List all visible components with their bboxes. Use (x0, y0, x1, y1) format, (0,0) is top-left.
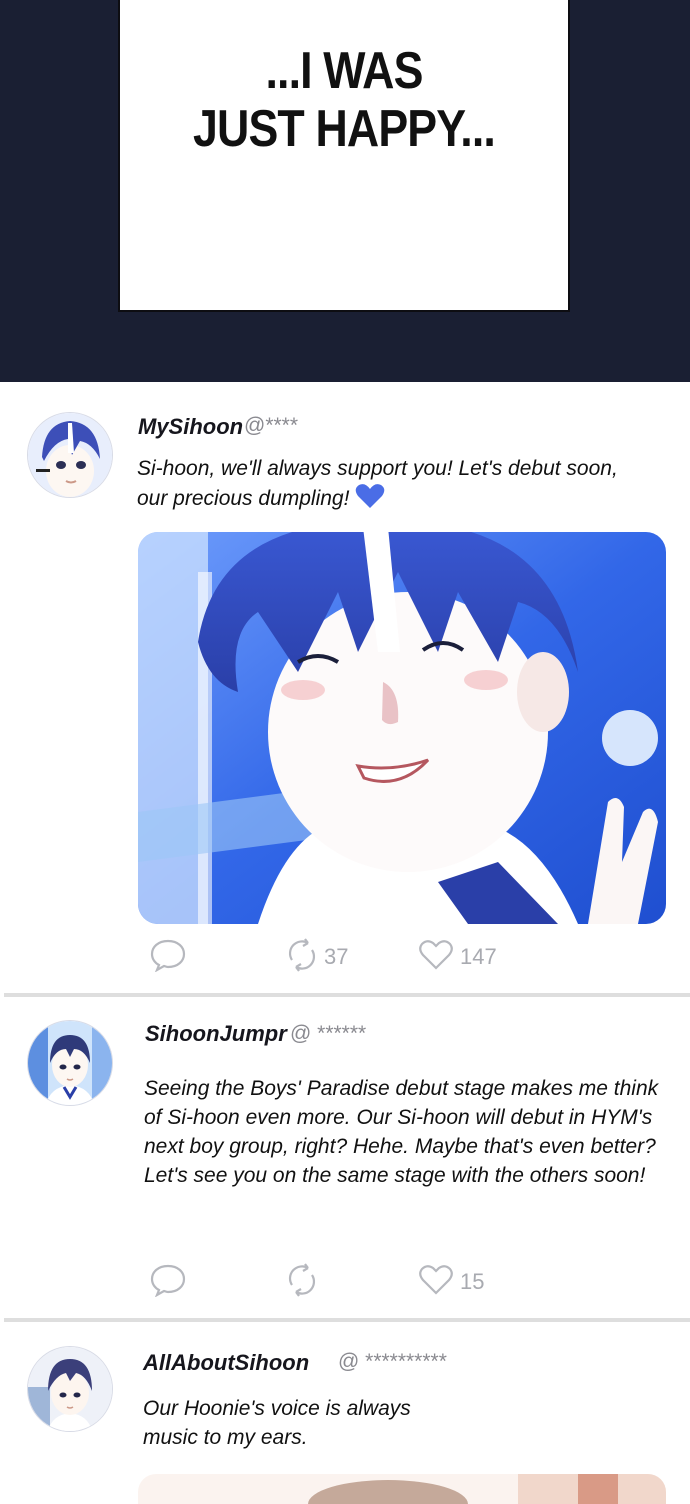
reply-action[interactable] (150, 938, 186, 976)
blue-heart-icon (355, 483, 385, 517)
username[interactable]: AllAboutSihoon (143, 1350, 309, 1376)
avatar[interactable] (27, 412, 113, 498)
caption-line-2: JUST HAPPY... (193, 100, 496, 158)
dark-panel: ...I WAS JUST HAPPY... (0, 0, 690, 382)
caption-line-1: ...I WAS (265, 42, 423, 100)
caption-text: ...I WAS JUST HAPPY... (151, 42, 536, 158)
retweet-count: 37 (324, 944, 349, 969)
reply-action[interactable] (150, 1263, 186, 1301)
avatar-illustration (28, 1021, 112, 1105)
retweet-icon (286, 938, 318, 976)
post-text-line-2: our precious dumpling! (137, 483, 667, 517)
handle[interactable]: @**** (244, 414, 298, 438)
username[interactable]: SihoonJumpr (145, 1021, 287, 1047)
heart-icon (418, 1264, 454, 1300)
heart-icon (418, 939, 454, 975)
avatar-illustration (28, 413, 112, 497)
post-text-line-2-text: our precious dumpling! (137, 487, 350, 510)
post-text: Seeing the Boys' Paradise debut stage ma… (144, 1077, 659, 1187)
divider (4, 1318, 690, 1322)
post-text: Our Hoonie's voice is always music to my… (143, 1397, 411, 1449)
avatar[interactable] (27, 1020, 113, 1106)
avatar[interactable] (27, 1346, 113, 1432)
post-text-line-1: Si-hoon, we'll always support you! Let's… (137, 457, 618, 480)
caption-box: ...I WAS JUST HAPPY... (118, 0, 570, 312)
divider (4, 993, 690, 997)
comment-icon (150, 938, 186, 976)
like-action[interactable]: 15 (418, 1264, 484, 1300)
handle[interactable]: @ ****** (290, 1022, 366, 1046)
post-image-illustration (138, 532, 666, 924)
retweet-icon (286, 1263, 318, 1301)
handle[interactable]: @ ********** (338, 1350, 447, 1374)
comment-icon (150, 1263, 186, 1301)
post-text: Si-hoon, we'll always support you! Let's… (137, 454, 667, 517)
like-count: 15 (460, 1269, 485, 1294)
retweet-action[interactable] (286, 1263, 318, 1301)
like-action[interactable]: 147 (418, 939, 497, 975)
avatar-illustration (28, 1347, 112, 1431)
like-count: 147 (460, 944, 497, 969)
retweet-action[interactable]: 37 (286, 938, 348, 976)
username[interactable]: MySihoon (138, 414, 243, 440)
post-image[interactable] (138, 532, 666, 924)
